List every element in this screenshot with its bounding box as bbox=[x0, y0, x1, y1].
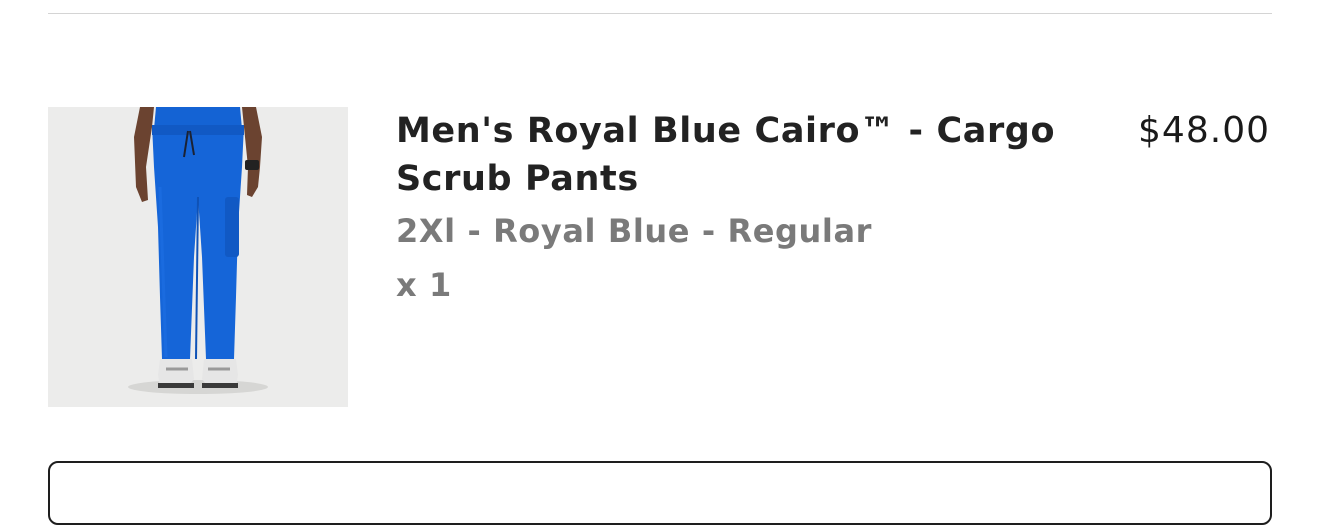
product-title[interactable]: Men's Royal Blue Cairo™ - Cargo Scrub Pa… bbox=[396, 107, 1096, 203]
product-image[interactable] bbox=[48, 107, 348, 407]
product-quantity: x 1 bbox=[396, 266, 452, 304]
bottom-bordered-box[interactable] bbox=[48, 461, 1272, 525]
product-price: $48.00 bbox=[1138, 110, 1270, 151]
top-divider bbox=[48, 13, 1272, 14]
item-details: Men's Royal Blue Cairo™ - Cargo Scrub Pa… bbox=[396, 107, 1096, 305]
cart-line-item: Men's Royal Blue Cairo™ - Cargo Scrub Pa… bbox=[48, 107, 1272, 407]
product-variant: 2Xl - Royal Blue - Regular bbox=[396, 212, 873, 250]
